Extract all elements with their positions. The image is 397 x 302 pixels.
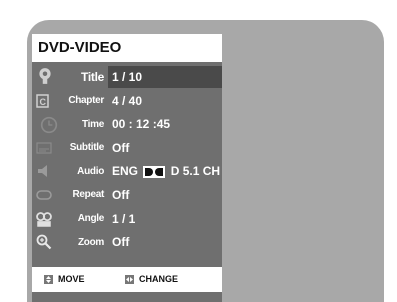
move-hint: MOVE [44, 274, 85, 284]
menu-row-label: Time [82, 118, 104, 130]
change-hint: CHANGE [125, 274, 178, 284]
menu-row-value: Off [112, 235, 130, 250]
title-icon [39, 68, 51, 84]
menu-row-label: Zoom [77, 236, 104, 248]
menu-row-value: 00 : 12 :45 [112, 117, 171, 132]
menu-row-label: Subtitle [69, 142, 105, 154]
audio-language: ENG [112, 164, 139, 179]
menu-row-label: Angle [77, 213, 105, 225]
menu-row-time[interactable]: Time 00 : 12 :45 [32, 113, 222, 137]
menu-row-zoom[interactable]: Zoom Off [32, 231, 222, 255]
up-down-arrows-icon [44, 274, 53, 284]
tv-screen: DVD-VIDEO Title 1 / 10 C Chapter 4 / 40 … [27, 20, 384, 302]
zoom-icon [36, 234, 52, 250]
menu-row-value: 1 / 10 [112, 70, 143, 84]
dvd-info-menu: DVD-VIDEO Title 1 / 10 C Chapter 4 / 40 … [32, 34, 222, 302]
left-right-arrows-icon [125, 274, 134, 284]
menu-footer: MOVE CHANGE [32, 267, 222, 292]
menu-row-value: Off [112, 187, 130, 202]
menu-rows: Title 1 / 10 C Chapter 4 / 40 Time 00: … [32, 66, 222, 255]
menu-row-chapter[interactable]: C Chapter 4 / 40 [32, 90, 222, 114]
menu-row-angle[interactable]: Angle 1 / 1 [32, 208, 222, 232]
menu-row-value: 4 / 40 [112, 93, 143, 108]
menu-row-subtitle[interactable]: Subtitle Off [32, 137, 222, 161]
audio-format: D 5.1 CH [170, 164, 221, 179]
camera-icon [36, 211, 52, 227]
clock-icon [40, 117, 58, 134]
dolby-digital-icon [143, 166, 166, 179]
menu-row-repeat[interactable]: Repeat Off [32, 184, 222, 208]
menu-row-label: Repeat [72, 189, 104, 201]
menu-row-label: Title [81, 70, 104, 84]
menu-row-value: Off [112, 140, 130, 155]
menu-title: DVD-VIDEO [32, 34, 222, 62]
menu-row-label: Chapter [68, 95, 104, 107]
speaker-icon [38, 165, 47, 178]
menu-row-label: Audio [77, 165, 104, 177]
menu-row-title[interactable]: Title 1 / 10 [32, 66, 222, 90]
menu-row-audio[interactable]: Audio ENG D 5.1 CH [32, 160, 222, 184]
change-label: CHANGE [139, 274, 179, 284]
subtitle-icon [36, 142, 52, 154]
move-label: MOVE [58, 274, 85, 284]
repeat-icon [36, 190, 52, 200]
menu-row-value: ENG D 5.1 CH [112, 160, 220, 182]
menu-row-value: 1 / 1 [112, 211, 136, 226]
svg-text:C: C [40, 97, 47, 107]
chapter-icon: C [36, 93, 49, 108]
